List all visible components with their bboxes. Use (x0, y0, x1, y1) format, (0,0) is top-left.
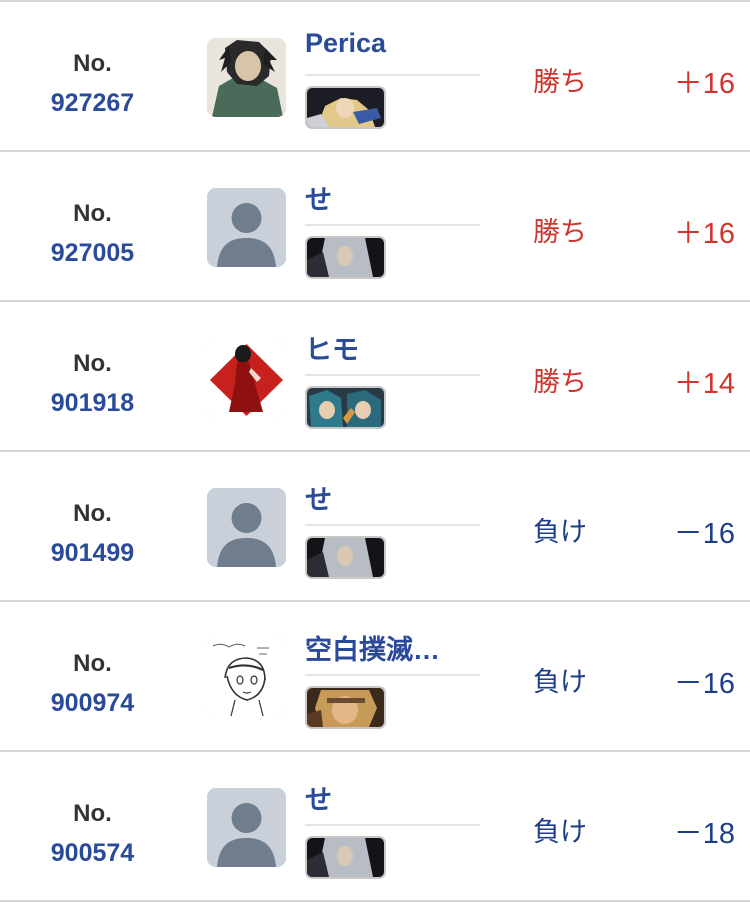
match-row[interactable]: No. 900574 せ 負け －18 (0, 752, 750, 902)
number-value: 900574 (50, 839, 135, 867)
sketch-drawing-avatar[interactable] (207, 638, 286, 717)
name-divider (305, 74, 480, 76)
points-change: ＋16 (673, 68, 735, 100)
name-divider (305, 374, 480, 376)
name-divider (305, 824, 480, 826)
blonde-fighter-icon (305, 86, 386, 129)
points-change: ＋16 (673, 218, 735, 250)
match-result: 負け (533, 667, 587, 697)
match-row[interactable]: No. 901499 せ 負け －16 (0, 452, 750, 602)
match-history-list: No. 927267 Perica 勝ち ＋16 No. 927005 せ 勝ち… (0, 0, 750, 902)
number-label: No. (73, 500, 112, 527)
match-result: 勝ち (533, 67, 587, 97)
match-row[interactable]: No. 900974 空白撲滅… 負け －16 (0, 602, 750, 752)
silver-hair-fighter-icon (305, 836, 386, 879)
opponent-number: No. 901499 (30, 452, 155, 600)
opponent-number: No. 927267 (30, 2, 155, 150)
player-name[interactable]: ヒモ (305, 328, 485, 367)
number-value: 901918 (50, 389, 135, 417)
match-result: 負け (533, 817, 587, 847)
player-name[interactable]: せ (305, 478, 485, 517)
number-label: No. (73, 350, 112, 377)
player-name[interactable]: せ (305, 178, 485, 217)
opponent-number: No. 900574 (30, 752, 155, 900)
points-change: －18 (673, 818, 735, 850)
opponent-number: No. 901918 (30, 302, 155, 450)
opponent-number: No. 900974 (30, 602, 155, 750)
red-dress-avatar[interactable] (207, 338, 286, 417)
number-label: No. (73, 50, 112, 77)
player-name[interactable]: せ (305, 778, 485, 817)
number-label: No. (73, 200, 112, 227)
match-result: 負け (533, 517, 587, 547)
name-divider (305, 224, 480, 226)
points-change: －16 (673, 518, 735, 550)
character-portrait-avatar[interactable] (207, 38, 286, 117)
match-row[interactable]: No. 927267 Perica 勝ち ＋16 (0, 2, 750, 152)
number-value: 900974 (50, 689, 135, 717)
number-label: No. (73, 650, 112, 677)
number-value: 927005 (50, 239, 135, 267)
number-label: No. (73, 800, 112, 827)
opponent-number: No. 927005 (30, 152, 155, 300)
match-row[interactable]: No. 927005 せ 勝ち ＋16 (0, 152, 750, 302)
number-value: 927267 (50, 89, 135, 117)
player-name[interactable]: 空白撲滅… (305, 628, 485, 667)
name-divider (305, 674, 480, 676)
teal-hair-twin-fighter-icon (305, 386, 386, 429)
player-name[interactable]: Perica (305, 28, 485, 59)
points-change: －16 (673, 668, 735, 700)
default-avatar-icon[interactable] (207, 188, 286, 267)
silver-hair-fighter-icon (305, 236, 386, 279)
number-value: 901499 (50, 539, 135, 567)
silver-hair-fighter-icon (305, 536, 386, 579)
match-result: 勝ち (533, 217, 587, 247)
match-result: 勝ち (533, 367, 587, 397)
match-row[interactable]: No. 901918 ヒモ 勝ち ＋14 (0, 302, 750, 452)
headband-fighter-icon (305, 686, 386, 729)
name-divider (305, 524, 480, 526)
default-avatar-icon[interactable] (207, 788, 286, 867)
default-avatar-icon[interactable] (207, 488, 286, 567)
points-change: ＋14 (673, 368, 735, 400)
